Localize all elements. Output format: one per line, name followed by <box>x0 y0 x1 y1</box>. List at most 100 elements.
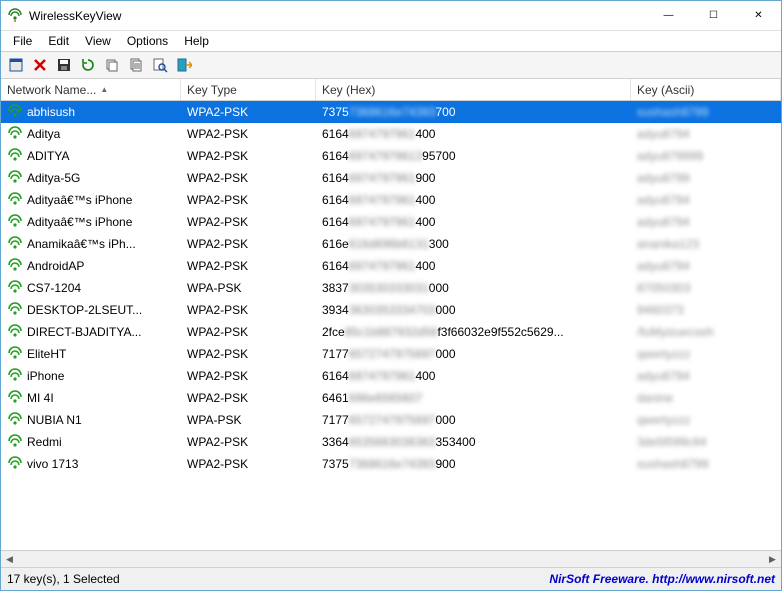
cell-hex: 3837303530333031000 <box>316 277 631 299</box>
exit-icon[interactable] <box>173 54 195 76</box>
wifi-icon <box>7 258 23 274</box>
network-name: NUBIA N1 <box>27 413 82 427</box>
column-header-name[interactable]: Network Name...▲ <box>1 79 181 100</box>
table-row[interactable]: AndroidAPWPA2-PSK61646974797961400adyu87… <box>1 255 781 277</box>
wifi-icon <box>7 346 23 362</box>
cell-name: Anamikaâ€™s iPh... <box>1 233 181 255</box>
cell-type: WPA2-PSK <box>181 343 316 365</box>
cell-ascii: danine <box>631 387 781 409</box>
wifi-icon <box>7 214 23 230</box>
delete-icon[interactable] <box>29 54 51 76</box>
table-row[interactable]: Anamikaâ€™s iPh...WPA2-PSK616e616d696b61… <box>1 233 781 255</box>
network-name: Redmi <box>27 435 62 449</box>
wifi-icon <box>7 390 23 406</box>
cell-name: Adityaâ€™s iPhone <box>1 189 181 211</box>
scroll-right-icon[interactable]: ▶ <box>764 551 781 568</box>
status-left: 17 key(s), 1 Selected <box>7 572 120 586</box>
cell-hex: 71776572747975697000 <box>316 343 631 365</box>
column-header-ascii[interactable]: Key (Ascii) <box>631 79 781 100</box>
cell-hex: 61646974797961400 <box>316 123 631 145</box>
wifi-icon <box>7 236 23 252</box>
cell-type: WPA2-PSK <box>181 387 316 409</box>
refresh-icon[interactable] <box>77 54 99 76</box>
menu-view[interactable]: View <box>77 32 119 50</box>
table-row[interactable]: NUBIA N1WPA-PSK71776572747975697000qwert… <box>1 409 781 431</box>
menu-help[interactable]: Help <box>176 32 217 50</box>
table-row[interactable]: AdityaWPA2-PSK61646974797961400adyu8794 <box>1 123 781 145</box>
cell-ascii: adyu8794 <box>631 255 781 277</box>
menu-edit[interactable]: Edit <box>40 32 77 50</box>
cell-hex: 61646974797961395700 <box>316 145 631 167</box>
titlebar: WirelessKeyView — ☐ ✕ <box>1 1 781 31</box>
scroll-left-icon[interactable]: ◀ <box>1 551 18 568</box>
nirsoft-link[interactable]: http://www.nirsoft.net <box>652 572 775 586</box>
cell-type: WPA2-PSK <box>181 255 316 277</box>
table-row[interactable]: CS7-1204WPA-PSK3837303530333031000870503… <box>1 277 781 299</box>
properties-icon[interactable] <box>5 54 27 76</box>
horizontal-scrollbar[interactable]: ◀ ▶ <box>1 550 781 567</box>
wifi-icon <box>7 104 23 120</box>
network-name: DESKTOP-2LSEUT... <box>27 303 142 317</box>
table-row[interactable]: DESKTOP-2LSEUT...WPA2-PSK393436303533347… <box>1 299 781 321</box>
table-row[interactable]: ADITYAWPA2-PSK61646974797961395700adyu87… <box>1 145 781 167</box>
list-header: Network Name...▲ Key Type Key (Hex) Key … <box>1 79 781 101</box>
cell-hex: 39343630353334703000 <box>316 299 631 321</box>
cell-type: WPA2-PSK <box>181 431 316 453</box>
cell-type: WPA2-PSK <box>181 453 316 475</box>
column-header-hex[interactable]: Key (Hex) <box>316 79 631 100</box>
close-button[interactable]: ✕ <box>736 1 781 30</box>
menu-file[interactable]: File <box>5 32 40 50</box>
window-title: WirelessKeyView <box>29 9 121 23</box>
wifi-icon <box>7 148 23 164</box>
wifi-icon <box>7 126 23 142</box>
wifi-icon <box>7 170 23 186</box>
cell-ascii: qwertyzzz <box>631 409 781 431</box>
copy-icon[interactable] <box>101 54 123 76</box>
cell-ascii: adyu8794 <box>631 211 781 233</box>
cell-name: Aditya <box>1 123 181 145</box>
cell-hex: 33646535663036363353400 <box>316 431 631 453</box>
wifi-icon <box>7 368 23 384</box>
table-row[interactable]: RedmiWPA2-PSK336465356630363633534003de5… <box>1 431 781 453</box>
copy-text-icon[interactable] <box>125 54 147 76</box>
cell-hex: 6461696e6565607 <box>316 387 631 409</box>
table-row[interactable]: Aditya-5GWPA2-PSK61646974797961900adyu87… <box>1 167 781 189</box>
cell-type: WPA2-PSK <box>181 123 316 145</box>
maximize-button[interactable]: ☐ <box>691 1 736 30</box>
menubar: File Edit View Options Help <box>1 31 781 51</box>
table-row[interactable]: abhisushWPA2-PSK73757368616e74393700sush… <box>1 101 781 123</box>
cell-ascii: adyu8799 <box>631 167 781 189</box>
save-icon[interactable] <box>53 54 75 76</box>
network-name: abhisush <box>27 105 75 119</box>
cell-hex: 61646974797961400 <box>316 211 631 233</box>
table-row[interactable]: Adityaâ€™s iPhoneWPA2-PSK616469747979614… <box>1 211 781 233</box>
column-header-type[interactable]: Key Type <box>181 79 316 100</box>
list-body[interactable]: abhisushWPA2-PSK73757368616e74393700sush… <box>1 101 781 550</box>
cell-type: WPA-PSK <box>181 409 316 431</box>
cell-name: EliteHT <box>1 343 181 365</box>
cell-name: CS7-1204 <box>1 277 181 299</box>
cell-name: DIRECT-BJADITYA... <box>1 321 181 343</box>
cell-ascii: adyu879999 <box>631 145 781 167</box>
table-row[interactable]: vivo 1713WPA2-PSK73757368616e74393900sus… <box>1 453 781 475</box>
cell-name: AndroidAP <box>1 255 181 277</box>
menu-options[interactable]: Options <box>119 32 176 50</box>
minimize-button[interactable]: — <box>646 1 691 30</box>
table-row[interactable]: EliteHTWPA2-PSK71776572747975697000qwert… <box>1 343 781 365</box>
find-icon[interactable] <box>149 54 171 76</box>
network-name: Adityaâ€™s iPhone <box>27 193 132 207</box>
wifi-icon <box>7 456 23 472</box>
toolbar <box>1 51 781 79</box>
table-row[interactable]: Adityaâ€™s iPhoneWPA2-PSK616469747979614… <box>1 189 781 211</box>
cell-hex: 2fce85c1b887932d56f3f66032e9f552c5629... <box>316 321 631 343</box>
table-row[interactable]: iPhoneWPA2-PSK61646974797961400adyu8794 <box>1 365 781 387</box>
table-row[interactable]: MI 4I WPA2-PSK6461696e6565607danine <box>1 387 781 409</box>
network-name: iPhone <box>27 369 64 383</box>
cell-ascii: sushash8799 <box>631 453 781 475</box>
scrollbar-track[interactable] <box>18 551 764 568</box>
cell-type: WPA-PSK <box>181 277 316 299</box>
cell-hex: 73757368616e74393700 <box>316 101 631 123</box>
network-name: MI 4I <box>27 391 54 405</box>
statusbar: 17 key(s), 1 Selected NirSoft Freeware. … <box>1 567 781 590</box>
table-row[interactable]: DIRECT-BJADITYA...WPA2-PSK2fce85c1b88793… <box>1 321 781 343</box>
